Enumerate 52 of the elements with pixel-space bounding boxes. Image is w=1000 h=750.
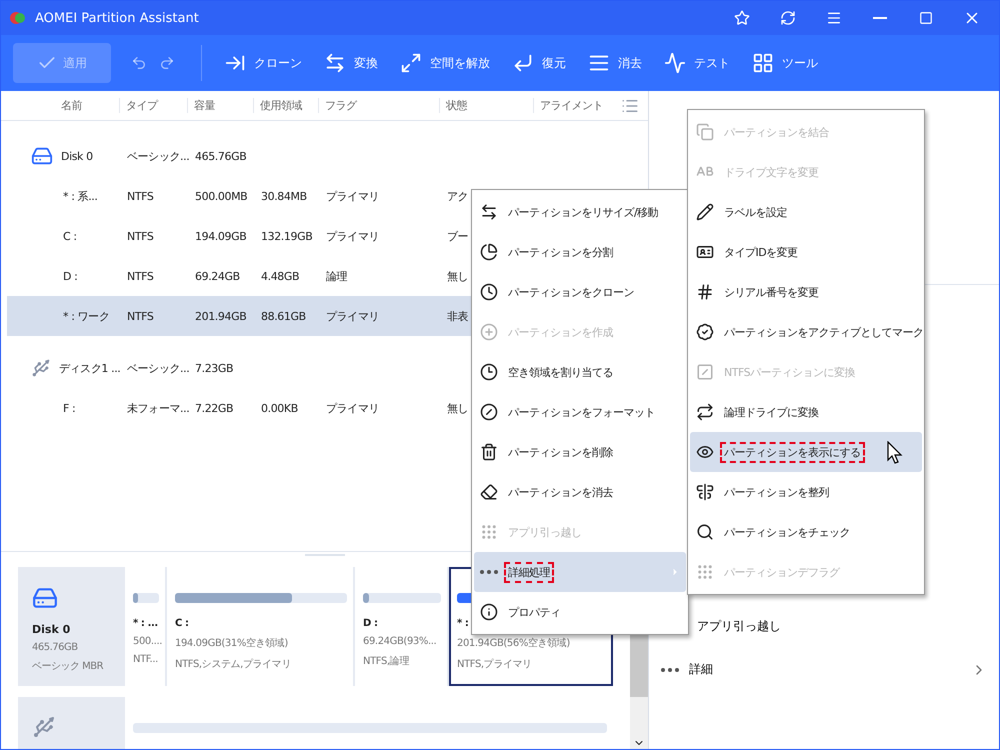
table-cell-text: NTFS: [126, 190, 154, 202]
table-cell-text: 0.00KB: [260, 402, 298, 414]
table-cell-text: アク: [446, 188, 468, 204]
table-cell-text: NTFS: [126, 310, 154, 322]
table-cell-text: C :: [62, 230, 77, 242]
table-cell-text: NTFS: [126, 230, 154, 242]
table-cell-text: F :: [62, 402, 76, 414]
partition-size: 69.24GB(93%...: [363, 636, 436, 647]
table-cell-text: 無し: [446, 268, 468, 284]
table-cell-text: 7.23GB: [194, 362, 234, 374]
partition-type: NTFS,論理: [363, 654, 409, 668]
table-cell-text: 無し: [446, 400, 468, 416]
table-cell-text: NTFS: [126, 270, 154, 282]
table-cell-text: プライマリ: [325, 308, 380, 324]
disk-type: ベーシック MBR: [32, 660, 104, 673]
table-cell-text: ベーシック...: [126, 148, 190, 164]
table-cell-text: プライマリ: [325, 400, 380, 416]
table-cell-text: 未フォーマ...: [126, 400, 190, 416]
table-cell-text: 非表: [446, 308, 468, 324]
table-cell-text: 4.48GB: [260, 270, 300, 282]
window-title: AOMEI Partition Assistant: [35, 10, 200, 26]
table-cell-text: 500.00MB: [194, 190, 248, 202]
partition-label: C :: [175, 618, 189, 629]
table-cell-text: プライマリ: [325, 228, 380, 244]
table-cell-text: 69.24GB: [194, 270, 240, 282]
partition-label: * : ...: [133, 618, 158, 629]
table-cell-text: D :: [62, 270, 78, 282]
table-cell-text: 465.76GB: [194, 150, 246, 162]
disk-size: 465.76GB: [32, 642, 78, 653]
partition-label: * :: [457, 618, 469, 629]
table-cell-text: 7.22GB: [194, 402, 234, 414]
disk-name: Disk 0: [32, 623, 70, 636]
table-cell-text: 88.61GB: [260, 310, 306, 322]
table-cell-text: Disk 0: [60, 150, 93, 162]
table-cell-text: 194.09GB: [194, 230, 246, 242]
partition-size: 194.09GB(31%空き領域): [175, 636, 288, 650]
partition-type: NTF...: [133, 654, 158, 665]
table-cell-text: プライマリ: [325, 188, 380, 204]
table-cell-text: 30.84MB: [260, 190, 307, 202]
table-cell-text: 論理: [325, 268, 348, 284]
partition-type: NTFS,システム,プライマリ: [175, 658, 291, 671]
partition-size: 201.94GB(56%空き領域): [457, 636, 570, 650]
partition-size: 500....: [133, 636, 162, 647]
table-cell-text: 201.94GB: [194, 310, 246, 322]
table-cell-text: 132.19GB: [260, 230, 312, 242]
table-cell-text: ディスク1 ...: [58, 360, 120, 376]
table-cell-text: * : ワーク: [62, 308, 110, 324]
table-cell-text: ブー: [446, 228, 468, 244]
table-cell-text: * : 系...: [62, 188, 98, 204]
table-cell-text: ベーシック...: [126, 360, 190, 376]
partition-label: D :: [363, 618, 378, 629]
partition-type: NTFS,プライマリ: [457, 658, 532, 671]
